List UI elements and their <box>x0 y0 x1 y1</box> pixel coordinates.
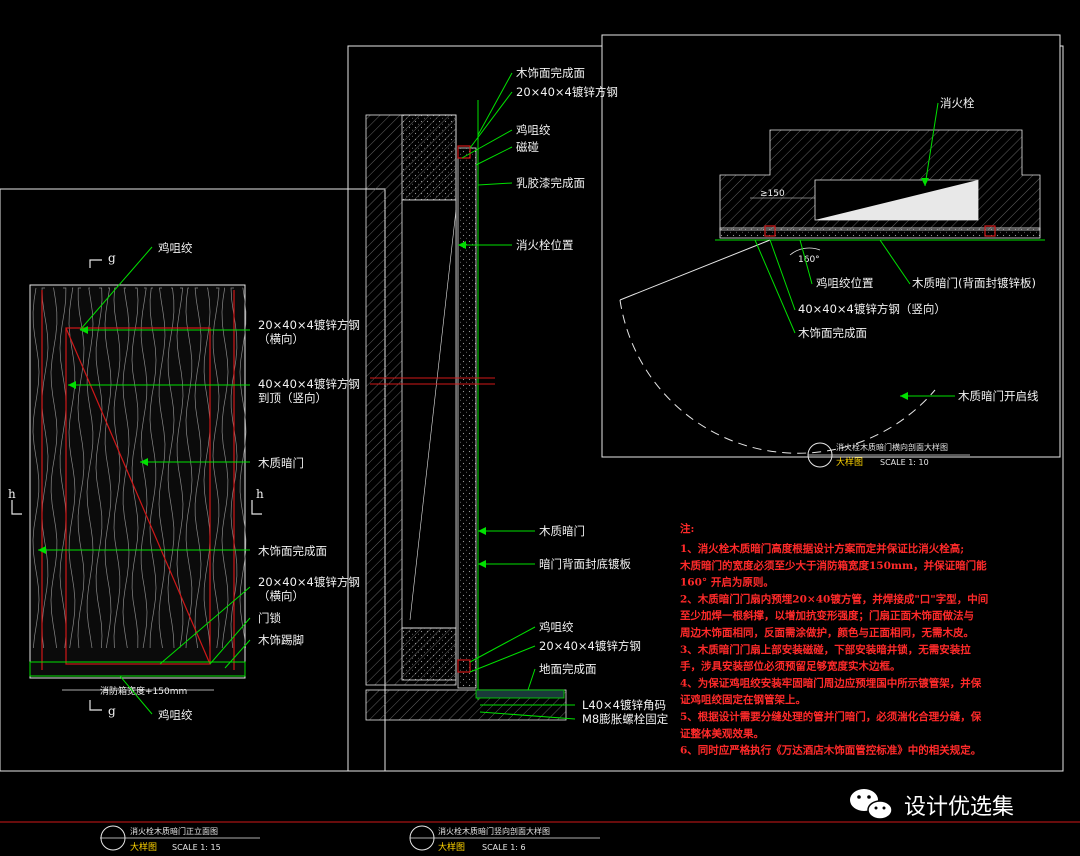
label-tube-horizontal-2-l1: 20×40×4镀锌方钢 <box>258 575 360 589</box>
label-door-v: 木质暗门 <box>539 524 585 538</box>
section-mark-h-right <box>251 500 262 515</box>
notes-text: 1、消火栓木质暗门高度根据设计方案而定并保证比消火栓高; 木质暗门的宽度必须至少大… <box>679 542 988 757</box>
label-finish-top: 木饰面完成面 <box>516 66 585 80</box>
label-hinge-pos: 鸡咀绞位置 <box>816 276 874 290</box>
label-latex: 乳胶漆完成面 <box>516 176 585 190</box>
label-swing: 木质暗门开启线 <box>958 389 1039 403</box>
label-hinge-top: 鸡咀绞 <box>158 241 193 255</box>
label-finish: 木饰面完成面 <box>258 544 327 558</box>
title-block-vertical: 消火栓木质暗门竖向剖面大样图 大样图 SCALE 1: 6 <box>409 825 600 853</box>
label-tube-horizontal-2: 20×40×4镀锌方钢（横向） <box>258 575 360 603</box>
title-scale-elevation: SCALE 1: 15 <box>172 843 221 852</box>
title-block-elevation: 消火栓木质暗门正立面图 大样图 SCALE 1: 15 <box>100 825 260 853</box>
label-tube-horizontal-l2: （横向） <box>258 332 304 346</box>
watermark-text: 设计优选集 <box>904 795 1014 820</box>
label-tube-h: 40×40×4镀锌方钢（竖向） <box>798 302 946 316</box>
label-lock: 门锁 <box>258 611 281 625</box>
note-line: 至少加焊一根斜撑，以增加抗变形强度；门扇正面木饰面做法与 <box>680 609 974 622</box>
dimension-text: 消防箱宽度+150mm <box>100 685 187 697</box>
label-floor: 地面完成面 <box>539 662 597 676</box>
note-line: 手，涉具安装部位必须预留足够宽度实木边框。 <box>680 660 901 673</box>
cad-drawing: g g h h 消防箱宽度+150mm 鸡咀绞 20×40×4镀锌方钢（横向） … <box>0 34 1080 853</box>
label-hinge-top-v: 鸡咀绞 <box>516 123 551 137</box>
label-angle: L40×4镀锌角码 <box>582 698 666 712</box>
note-line: 5、根据设计需要分缝处理的管并门暗门，必须湍化合理分缝，保 <box>680 710 982 723</box>
label-tube-vertical-l1: 40×40×4镀锌方钢 <box>258 377 360 391</box>
section-mark-g-bottom <box>89 700 102 711</box>
label-hydrant-pos: 消火栓位置 <box>516 238 574 252</box>
label-tube-horizontal: 20×40×4镀锌方钢（横向） <box>258 318 360 346</box>
section-label-h-left: h <box>8 487 16 501</box>
title-type-elevation: 大样图 <box>130 841 157 853</box>
label-door-h: 木质暗门(背面封镀锌板) <box>912 276 1036 290</box>
wall-upper-block <box>401 114 457 201</box>
door-section <box>457 147 477 689</box>
label-bolt: M8膨胀螺栓固定 <box>582 712 669 726</box>
title-name-h: 消火栓木质暗门横向剖面大样图 <box>836 442 948 452</box>
label-tube-bottom: 20×40×4镀锌方钢 <box>539 639 641 653</box>
label-tube-vertical: 40×40×4镀锌方钢到顶（竖向） <box>258 377 360 405</box>
notes-block: 注: 1、消火栓木质暗门高度根据设计方案而定并保证比消火栓高; 木质暗门的宽度必须… <box>679 522 988 757</box>
title-name-vertical: 消火栓木质暗门竖向剖面大样图 <box>438 826 550 836</box>
wall-opening <box>401 199 457 629</box>
label-tube-horizontal-2-l2: （横向） <box>258 589 304 603</box>
title-name-elevation: 消火栓木质暗门正立面图 <box>130 826 218 836</box>
label-finish-h: 木饰面完成面 <box>798 326 867 340</box>
note-line: 3、木质暗门门扇上部安装磁碰，下部安装暗井锁，无需安装拉 <box>680 643 971 656</box>
title-scale-h: SCALE 1: 10 <box>880 458 929 467</box>
label-tube-top: 20×40×4镀锌方钢 <box>516 85 618 99</box>
section-mark-g-top <box>89 259 102 268</box>
label-door: 木质暗门 <box>258 456 304 470</box>
section-mark-h-left <box>11 500 22 515</box>
elevation-drawing: g g h h 消防箱宽度+150mm 鸡咀绞 20×40×4镀锌方钢（横向） … <box>8 241 360 722</box>
note-line: 木质暗门的宽度必须至少大于消防箱宽度150mm，并保证暗门能 <box>679 559 987 572</box>
watermark: 设计优选集 <box>850 789 1014 820</box>
notes-heading: 注: <box>680 522 694 535</box>
label-tube-vertical-l2: 到顶（竖向） <box>258 391 327 405</box>
section-label-g-bottom: g <box>108 704 116 718</box>
label-back-board: 暗门背面封底镀板 <box>539 557 631 571</box>
label-magnet: 磁碰 <box>516 140 539 154</box>
wechat-icon <box>850 789 893 820</box>
note-line: 4、为保证鸡咀绞安装牢固暗门周边应预埋国中所示镀管架，并保 <box>680 676 982 689</box>
angle-text: 160° <box>798 255 820 265</box>
note-line: 6、同时应严格执行《万达酒店木饰面管控标准》中的相关规定。 <box>680 744 981 757</box>
section-label-g-top: g <box>108 251 116 265</box>
note-line: 1、消火栓木质暗门高度根据设计方案而定并保证比消火栓高; <box>680 542 964 555</box>
label-hinge-bottom: 鸡咀绞 <box>158 708 193 722</box>
title-type-h: 大样图 <box>836 456 863 468</box>
label-hinge-bottom-v: 鸡咀绞 <box>539 620 574 634</box>
note-line: 周边木饰面相同，反面需涂做护，颜色与正面相同，无需木皮。 <box>680 626 974 639</box>
label-tube-horizontal-l1: 20×40×4镀锌方钢 <box>258 318 360 332</box>
floor-finish <box>475 689 565 699</box>
wall-lower-block <box>401 627 457 681</box>
label-hydrant: 消火栓 <box>940 96 975 110</box>
title-type-vertical: 大样图 <box>438 841 465 853</box>
label-skirting: 木饰踢脚 <box>258 633 304 647</box>
section-label-h-right: h <box>256 487 264 501</box>
title-scale-vertical: SCALE 1: 6 <box>482 843 526 852</box>
note-line: 160° 开启为原则。 <box>680 576 774 589</box>
note-line: 证鸡咀绞固定在钢管架上。 <box>680 693 806 706</box>
note-line: 2、木质暗门门扇内预埋20×40镀方管，并焊接成"口"字型，中间 <box>680 592 988 605</box>
plan-dimension-text: ≥150 <box>760 189 785 199</box>
note-line: 证整体美观效果。 <box>680 727 764 740</box>
